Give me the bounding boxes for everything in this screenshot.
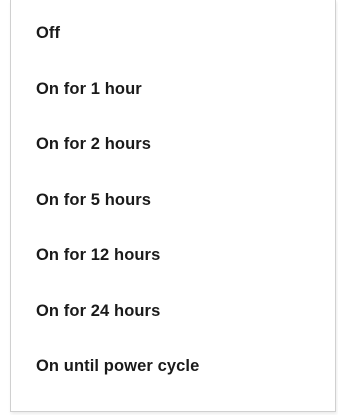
menu-item-on-until-power-cycle[interactable]: On until power cycle [11,343,335,399]
menu-item-on-24-hours[interactable]: On for 24 hours [11,288,335,344]
menu-item-label: Off [36,24,61,42]
menu-item-label: On for 2 hours [36,135,152,153]
menu-item-label: On for 5 hours [36,190,152,209]
duration-options-list: Off On for 1 hour On for 2 hours On for … [11,25,335,399]
menu-item-off[interactable]: Off [11,10,335,66]
menu-item-label: On for 24 hours [36,301,161,320]
menu-item-label: On for 12 hours [36,246,161,264]
duration-dropdown-menu: Off On for 1 hour On for 2 hours On for … [10,0,336,412]
menu-item-on-1-hour[interactable]: On for 1 hour [11,66,335,122]
menu-item-on-12-hours[interactable]: On for 12 hours [11,232,335,288]
menu-item-label: On until power cycle [36,357,200,375]
menu-item-on-2-hours[interactable]: On for 2 hours [11,121,335,177]
menu-item-label: On for 1 hour [36,79,142,98]
menu-item-on-5-hours[interactable]: On for 5 hours [11,177,335,233]
